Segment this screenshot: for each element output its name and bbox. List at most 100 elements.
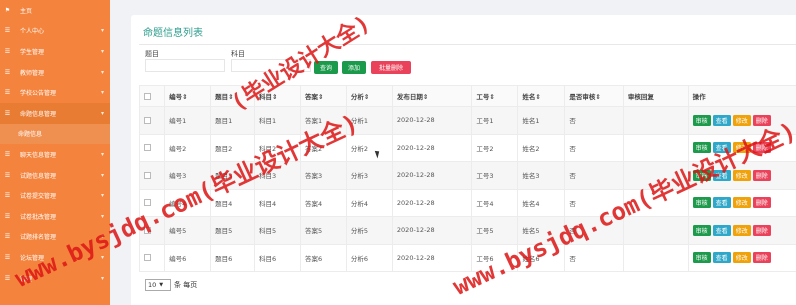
table-cell: 答案5: [299, 216, 347, 245]
column-header[interactable]: 是否审核⇕: [564, 85, 624, 107]
delete-button[interactable]: 删除: [752, 252, 771, 264]
batch-delete-button[interactable]: 批量删除: [371, 61, 411, 74]
add-button[interactable]: 添加: [342, 61, 366, 74]
row-checkbox[interactable]: [144, 226, 151, 234]
row-checkbox[interactable]: [144, 199, 151, 207]
column-header[interactable]: 发布日期⇕: [391, 85, 473, 107]
select-all-checkbox[interactable]: [144, 92, 151, 100]
edit-button[interactable]: 修改: [732, 252, 751, 264]
table-cell: 否: [564, 133, 624, 162]
sidebar-item[interactable]: ☰ 管理 ▾: [0, 268, 110, 289]
sidebar-item[interactable]: ☰ 聊天信息管理 ▾: [0, 144, 110, 165]
view-button[interactable]: 查看: [712, 224, 731, 236]
edit-button[interactable]: 修改: [732, 224, 751, 236]
filter-label-subject: 科目: [231, 50, 245, 58]
table-cell: 分析2: [345, 133, 393, 162]
sidebar-item[interactable]: 命题信息: [0, 123, 110, 145]
audit-button[interactable]: 审核: [692, 224, 711, 236]
sidebar-item[interactable]: ☰ 试题信息管理 ▾: [0, 165, 110, 186]
table-cell: 题目1: [210, 106, 255, 135]
chevron-down-icon: ▼: [159, 282, 164, 288]
chevron-down-icon: ▾: [100, 89, 104, 97]
sidebar-item[interactable]: ☰ 教师管理 ▾: [0, 62, 110, 83]
chevron-down-icon: ▾: [100, 274, 104, 282]
title-search-input[interactable]: [145, 59, 225, 72]
sidebar-item-label: 学生管理: [20, 48, 45, 56]
row-checkbox[interactable]: [144, 144, 151, 152]
sidebar-item[interactable]: ☰ 论坛管理 ▾: [0, 247, 110, 268]
audit-button[interactable]: 审核: [692, 142, 711, 154]
table-cell: 工号1: [471, 106, 519, 135]
row-checkbox[interactable]: [144, 254, 151, 262]
bars-icon: ☰: [4, 68, 11, 76]
table-cell: 编号5: [164, 216, 212, 245]
sidebar-item[interactable]: ☰ 个人中心 ▾: [0, 21, 110, 42]
row-checkbox[interactable]: [144, 171, 151, 179]
bars-icon: ☰: [4, 212, 11, 220]
table-row: 编号3 题目3 科目3 答案3 分析3 2020-12-28 工号3 姓名3 否 审核 查看 修改 删除: [138, 161, 796, 190]
table-cell: 2020-12-28: [391, 243, 473, 272]
column-header[interactable]: 编号⇕: [164, 85, 212, 107]
table-cell: 题目2: [210, 133, 255, 162]
bars-icon: ☰: [4, 171, 11, 179]
view-button[interactable]: 查看: [712, 252, 731, 264]
delete-button[interactable]: 删除: [752, 142, 771, 154]
search-button[interactable]: 查询: [314, 61, 338, 74]
sidebar-item-label: 管理: [20, 275, 33, 283]
table-cell: 姓名5: [517, 216, 566, 245]
audit-button[interactable]: 审核: [692, 169, 711, 181]
table-cell: 姓名2: [517, 133, 566, 162]
column-header[interactable]: 答案⇕: [299, 85, 347, 107]
view-button[interactable]: 查看: [712, 169, 731, 181]
row-actions: 审核 查看 修改 删除: [687, 133, 796, 162]
chevron-down-icon: ▾: [100, 192, 104, 200]
delete-button[interactable]: 删除: [752, 197, 771, 209]
table-cell: 题目6: [210, 243, 255, 272]
table-cell: 题目4: [210, 188, 255, 217]
table-cell: 工号4: [471, 188, 519, 217]
table-cell: 工号3: [471, 161, 519, 190]
edit-button[interactable]: 修改: [732, 197, 751, 209]
sidebar-item[interactable]: ☰ 试卷批改管理 ▾: [0, 206, 110, 227]
table-cell: [622, 188, 689, 217]
column-header[interactable]: 分析⇕: [345, 85, 393, 107]
row-select-cell: [138, 106, 166, 135]
table-cell: [622, 243, 689, 272]
chevron-down-icon: ▾: [100, 171, 104, 179]
table-cell: 分析4: [345, 188, 393, 217]
sidebar-item[interactable]: ☰ 命题信息管理 ▾: [0, 102, 110, 124]
column-header[interactable]: 工号⇕: [471, 85, 519, 107]
sidebar-item[interactable]: ☰ 试卷提交管理 ▾: [0, 185, 110, 206]
audit-button[interactable]: 审核: [692, 197, 711, 209]
row-select-cell: [138, 216, 166, 245]
view-button[interactable]: 查看: [712, 114, 731, 126]
page-size-select[interactable]: 10 ▼: [145, 279, 171, 291]
sidebar-item[interactable]: ⚑ 主页: [0, 0, 110, 21]
edit-button[interactable]: 修改: [732, 142, 751, 154]
flag-icon: ⚑: [4, 6, 11, 14]
edit-button[interactable]: 修改: [732, 169, 751, 181]
view-button[interactable]: 查看: [712, 197, 731, 209]
table-cell: 否: [564, 161, 624, 190]
delete-button[interactable]: 删除: [752, 224, 771, 236]
sidebar-item[interactable]: ☰ 学校公告管理 ▾: [0, 82, 110, 103]
column-header[interactable]: 科目⇕: [253, 85, 301, 107]
row-select-cell: [138, 133, 166, 162]
column-header[interactable]: 姓名⇕: [517, 85, 566, 107]
column-header[interactable]: 审核回复: [622, 85, 689, 107]
table-cell: 编号2: [164, 133, 212, 162]
column-header[interactable]: 操作: [687, 85, 796, 107]
row-checkbox[interactable]: [144, 116, 151, 124]
table-cell: 答案2: [299, 133, 347, 162]
delete-button[interactable]: 删除: [752, 114, 771, 126]
sidebar-item-label: 主页: [20, 7, 33, 15]
view-button[interactable]: 查看: [712, 142, 731, 154]
edit-button[interactable]: 修改: [732, 114, 751, 126]
audit-button[interactable]: 审核: [692, 252, 711, 264]
column-header[interactable]: 题目⇕: [210, 85, 255, 107]
sidebar-item[interactable]: ☰ 学生管理 ▾: [0, 41, 110, 62]
sidebar-item[interactable]: ☰ 试题排名管理 ▾: [0, 227, 110, 248]
subject-search-input[interactable]: [231, 59, 311, 72]
audit-button[interactable]: 审核: [692, 114, 711, 126]
delete-button[interactable]: 删除: [752, 169, 771, 181]
